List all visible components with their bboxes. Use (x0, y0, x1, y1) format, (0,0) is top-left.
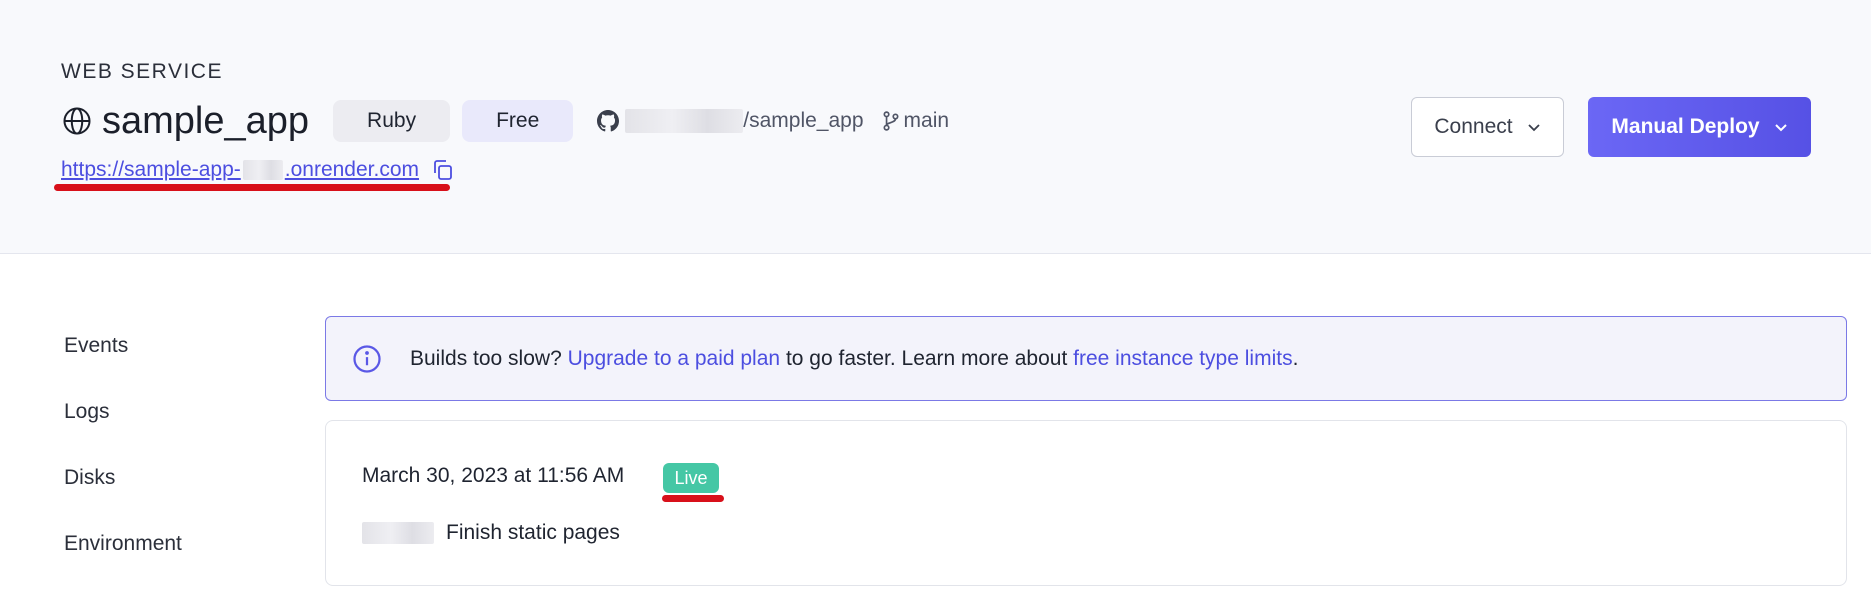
repo-name: /sample_app (743, 109, 864, 132)
deploy-commit: Finish static pages (362, 521, 620, 545)
live-annotation-underline (662, 495, 724, 502)
nav-item-events[interactable]: Events (64, 334, 182, 400)
service-title: sample_app (102, 99, 310, 142)
manual-deploy-button[interactable]: Manual Deploy (1588, 97, 1811, 157)
service-url-row: https://sample-app- .onrender.com (61, 158, 455, 182)
nav-item-environment[interactable]: Environment (64, 532, 182, 598)
service-kind-label: WEB SERVICE (61, 60, 223, 83)
nav-item-disks[interactable]: Disks (64, 466, 182, 532)
plan-tag: Free (462, 100, 574, 142)
globe-icon (62, 106, 92, 136)
url-suffix: .onrender.com (284, 158, 420, 181)
redacted-repo-owner (625, 109, 744, 133)
redacted-url-part (242, 160, 283, 180)
copy-icon[interactable] (431, 158, 455, 182)
manual-deploy-label: Manual Deploy (1611, 115, 1760, 138)
banner-lead: Builds too slow? (410, 346, 562, 370)
service-url-link[interactable]: https://sample-app- .onrender.com (61, 158, 419, 182)
connect-button-label: Connect (1434, 115, 1513, 138)
runtime-tag: Ruby (333, 100, 451, 142)
instance-limits-link[interactable]: free instance type limits (1073, 347, 1292, 371)
nav-item-logs[interactable]: Logs (64, 400, 182, 466)
redacted-commit-hash (362, 522, 434, 544)
chevron-down-icon (1527, 124, 1540, 132)
deploy-timestamp: March 30, 2023 at 11:56 AM (362, 464, 625, 487)
repo-link[interactable]: /sample_app main (597, 109, 949, 133)
upgrade-banner: Builds too slow? Upgrade to a paid plan … (325, 316, 1847, 401)
connect-button[interactable]: Connect (1411, 97, 1564, 157)
upgrade-plan-link[interactable]: Upgrade to a paid plan (568, 347, 781, 371)
chevron-down-icon (1774, 124, 1787, 132)
branch-icon (883, 111, 899, 131)
service-nav: Events Logs Disks Environment (64, 334, 182, 598)
url-prefix: https://sample-app- (61, 158, 241, 181)
url-annotation-underline (54, 184, 450, 191)
status-badge: Live (663, 463, 719, 493)
service-header: WEB SERVICE sample_app Ruby Free /sample… (0, 0, 1871, 254)
latest-deploy-card[interactable]: March 30, 2023 at 11:56 AM Live Finish s… (325, 420, 1847, 586)
commit-message: Finish static pages (446, 521, 620, 544)
banner-middle: to go faster. Learn more about (785, 346, 1068, 370)
branch-name: main (903, 109, 950, 132)
info-icon (353, 344, 381, 373)
github-icon (597, 110, 620, 132)
title-row: sample_app Ruby Free /sample_app main (62, 98, 949, 144)
banner-end: . (1292, 346, 1299, 370)
